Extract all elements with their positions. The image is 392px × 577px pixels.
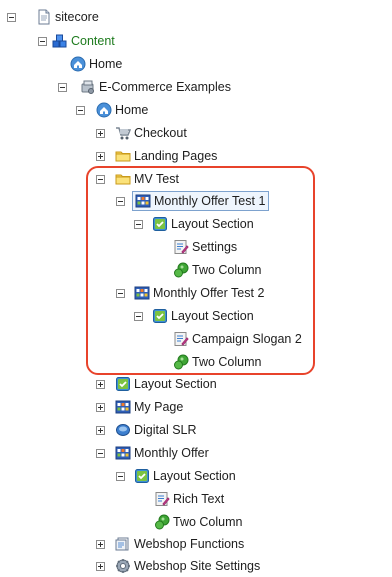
layout-section-icon — [152, 216, 168, 232]
rich-text-icon — [154, 491, 170, 507]
gear-icon — [115, 558, 131, 574]
collapse-toggle[interactable] — [38, 37, 47, 46]
tree-node-label: Monthly Offer Test 1 — [154, 194, 266, 208]
tree-node-label: Two Column — [192, 263, 262, 277]
tree-node-two-column[interactable]: Two Column — [171, 260, 264, 280]
tree-node-label: Digital SLR — [134, 423, 197, 437]
tree-node-label: My Page — [134, 400, 184, 414]
tree-node-label: Webshop Site Settings — [134, 559, 261, 573]
collapse-toggle[interactable] — [7, 13, 16, 22]
tree-node-layout-section[interactable]: Layout Section — [132, 466, 239, 486]
tree-node-label: Home — [115, 103, 149, 117]
tree-node-label: Layout Section — [153, 469, 236, 483]
layout-section-icon — [152, 308, 168, 324]
tree-node-label: Layout Section — [134, 377, 217, 391]
tree-node-label: Monthly Offer — [134, 446, 209, 460]
tree-node-label: Layout Section — [171, 217, 254, 231]
tree-node-label: E-Commerce Examples — [99, 80, 231, 94]
tree-node-label: MV Test — [134, 172, 179, 186]
folder-icon — [115, 171, 131, 187]
tree-node-ecommerce-examples[interactable]: E-Commerce Examples — [78, 77, 234, 97]
home-icon — [70, 56, 86, 72]
grid-page-icon — [135, 193, 151, 209]
tree-node-label: Two Column — [192, 355, 262, 369]
tree-node-mv-test[interactable]: MV Test — [113, 169, 182, 189]
collapse-toggle[interactable] — [134, 312, 143, 321]
tree-node-label: Rich Text — [173, 492, 225, 506]
tree-node-label: sitecore — [55, 10, 99, 24]
tree-node-label: Landing Pages — [134, 149, 218, 163]
grid-page-icon — [115, 399, 131, 415]
grid-page-icon — [134, 285, 150, 301]
tree-node-settings[interactable]: Settings — [171, 237, 240, 257]
collapse-toggle[interactable] — [116, 472, 125, 481]
expand-toggle[interactable] — [96, 540, 105, 549]
collapse-toggle[interactable] — [96, 175, 105, 184]
tree-node-sitecore[interactable]: sitecore — [34, 7, 102, 27]
expand-toggle[interactable] — [96, 152, 105, 161]
content-cubes-icon — [52, 33, 68, 49]
tree-node-webshop-site-settings[interactable]: Webshop Site Settings — [113, 556, 263, 576]
expand-toggle[interactable] — [96, 562, 105, 571]
home-icon — [96, 102, 112, 118]
expand-toggle[interactable] — [96, 426, 105, 435]
collapse-toggle[interactable] — [116, 197, 125, 206]
tree-node-monthly-offer[interactable]: Monthly Offer — [113, 443, 212, 463]
tree-node-campaign-slogan-2[interactable]: Campaign Slogan 2 — [171, 329, 305, 349]
tree-node-label: Two Column — [173, 515, 243, 529]
tree-node-label: Campaign Slogan 2 — [192, 332, 302, 346]
tree-node-checkout[interactable]: Checkout — [113, 123, 190, 143]
tree-node-layout-section[interactable]: Layout Section — [150, 214, 257, 234]
collapse-toggle[interactable] — [58, 83, 67, 92]
folder-icon — [115, 148, 131, 164]
collapse-toggle[interactable] — [76, 106, 85, 115]
tree-node-home[interactable]: Home — [94, 100, 151, 120]
expand-toggle[interactable] — [96, 380, 105, 389]
tree-node-webshop-functions[interactable]: Webshop Functions — [113, 534, 247, 554]
green-blob-icon — [173, 262, 189, 278]
expand-toggle[interactable] — [96, 403, 105, 412]
tree-node-monthly-offer-test-1[interactable]: Monthly Offer Test 1 — [132, 191, 270, 211]
green-blob-icon — [154, 514, 170, 530]
content-tree: sitecore Content Home E-Commerce Example… — [0, 0, 392, 575]
checkout-cart-icon — [115, 125, 131, 141]
rich-text-icon — [173, 331, 189, 347]
grid-page-icon — [115, 445, 131, 461]
collapse-toggle[interactable] — [116, 289, 125, 298]
green-blob-icon — [173, 354, 189, 370]
collapse-toggle[interactable] — [134, 220, 143, 229]
tree-node-label: Monthly Offer Test 2 — [153, 286, 265, 300]
layout-section-icon — [115, 376, 131, 392]
tree-node-label: Content — [71, 34, 115, 48]
tree-node-layout-section[interactable]: Layout Section — [150, 306, 257, 326]
tree-node-two-column[interactable]: Two Column — [152, 512, 245, 532]
tree-node-home[interactable]: Home — [68, 54, 125, 74]
webshop-functions-icon — [115, 536, 131, 552]
layout-section-icon — [134, 468, 150, 484]
ecommerce-icon — [80, 79, 96, 95]
tree-node-layout-section[interactable]: Layout Section — [113, 374, 220, 394]
tree-node-content[interactable]: Content — [50, 31, 118, 51]
expand-toggle[interactable] — [96, 129, 105, 138]
tree-node-digital-slr[interactable]: Digital SLR — [113, 420, 200, 440]
tree-node-label: Layout Section — [171, 309, 254, 323]
tree-node-label: Home — [89, 57, 123, 71]
document-icon — [36, 9, 52, 25]
tree-node-label: Checkout — [134, 126, 187, 140]
tree-node-my-page[interactable]: My Page — [113, 397, 186, 417]
tree-node-label: Webshop Functions — [134, 537, 245, 551]
tree-node-monthly-offer-test-2[interactable]: Monthly Offer Test 2 — [132, 283, 267, 303]
tree-node-label: Settings — [192, 240, 238, 254]
tree-node-rich-text[interactable]: Rich Text — [152, 489, 227, 509]
collapse-toggle[interactable] — [96, 449, 105, 458]
camera-icon — [115, 422, 131, 438]
tree-node-two-column[interactable]: Two Column — [171, 352, 264, 372]
tree-node-landing-pages[interactable]: Landing Pages — [113, 146, 220, 166]
rich-text-icon — [173, 239, 189, 255]
